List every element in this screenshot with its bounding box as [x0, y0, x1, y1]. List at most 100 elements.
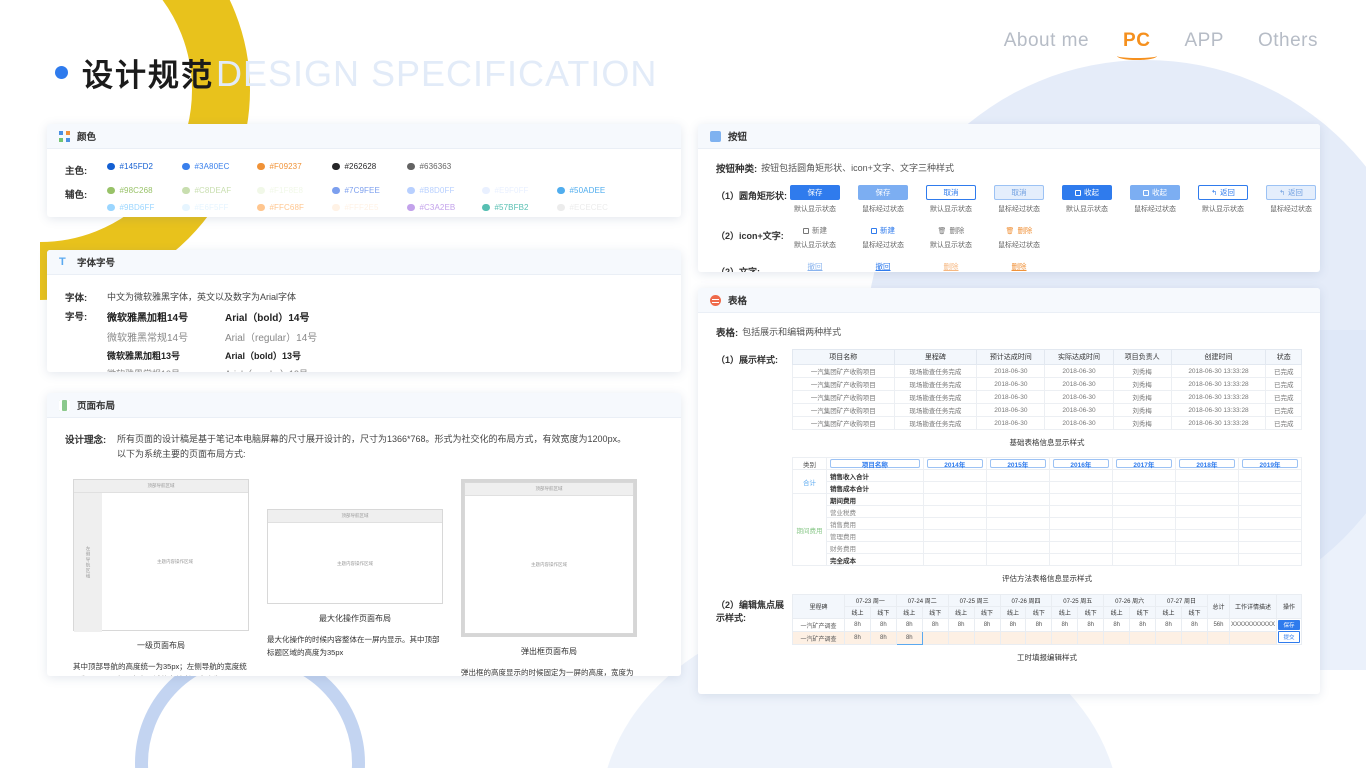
table2-header-pill[interactable]: 2019年 — [1241, 459, 1298, 469]
table2-cell[interactable] — [1048, 493, 1113, 506]
table2-cell[interactable] — [1111, 517, 1176, 530]
table2-cell[interactable] — [1237, 529, 1303, 542]
table2-cell[interactable] — [985, 553, 1050, 566]
table2-cell[interactable] — [1048, 553, 1113, 566]
button-删除[interactable]: 删除 — [1012, 261, 1027, 272]
table3-hours-cell[interactable] — [999, 631, 1027, 645]
table3-hours-cell[interactable]: 8h — [895, 618, 923, 632]
table2-cell[interactable] — [922, 505, 987, 518]
table2-cell[interactable] — [1174, 469, 1239, 482]
table3-hours-cell[interactable]: 8h — [947, 618, 975, 632]
table2-cell[interactable] — [1048, 505, 1113, 518]
table2-cell[interactable] — [1237, 553, 1303, 566]
table3-hours-cell[interactable] — [1155, 631, 1182, 645]
table3-hours-cell[interactable]: 8h — [999, 618, 1027, 632]
table2-header-pill[interactable]: 2016年 — [1052, 459, 1109, 469]
table3-hours-cell[interactable]: 8h — [1077, 618, 1105, 632]
table3-hours-cell[interactable] — [1103, 631, 1131, 645]
table2-cell[interactable] — [922, 553, 987, 566]
table2-cell[interactable] — [1111, 541, 1176, 554]
table2-cell[interactable] — [985, 541, 1050, 554]
table3-hours-cell[interactable]: 8h — [1129, 618, 1157, 632]
table2-cell[interactable] — [1237, 469, 1303, 482]
table2-cell[interactable] — [1174, 553, 1239, 566]
table3-hours-cell[interactable]: 8h — [921, 618, 949, 632]
table2-cell[interactable] — [985, 505, 1050, 518]
nav-item-pc[interactable]: PC — [1116, 30, 1157, 60]
table3-hours-cell[interactable]: 8h — [1155, 618, 1182, 632]
table2-header-pill[interactable]: 2017年 — [1115, 459, 1172, 469]
table2-cell[interactable] — [1237, 493, 1303, 506]
table2-cell[interactable] — [1048, 541, 1113, 554]
table3-hours-cell[interactable]: 8h — [869, 631, 897, 645]
table2-cell[interactable] — [985, 481, 1050, 494]
table2-cell[interactable] — [1048, 481, 1113, 494]
button-删除[interactable]: 🗑 删除 — [1006, 225, 1033, 236]
table3-desc-cell[interactable] — [1228, 631, 1278, 645]
table2-cell[interactable] — [922, 529, 987, 542]
table2-cell[interactable] — [985, 529, 1050, 542]
button-删除[interactable]: 🗑 删除 — [938, 225, 965, 236]
table3-hours-cell[interactable]: 8h — [869, 618, 897, 632]
table2-cell[interactable] — [1111, 481, 1176, 494]
table2-cell[interactable] — [1237, 505, 1303, 518]
table3-hours-cell[interactable] — [1129, 631, 1157, 645]
table2-cell[interactable] — [922, 517, 987, 530]
button-返回[interactable]: ↰ 返回 — [1266, 185, 1316, 200]
table2-header-pill[interactable]: 2014年 — [926, 459, 983, 469]
nav-item-app[interactable]: APP — [1184, 30, 1224, 60]
table2-cell[interactable] — [1111, 469, 1176, 482]
table3-hours-cell[interactable] — [1051, 631, 1079, 645]
table2-cell[interactable] — [1048, 517, 1113, 530]
button-返回[interactable]: ↰ 返回 — [1198, 185, 1248, 200]
button-新建[interactable]: 新建 — [803, 225, 827, 236]
table3-hours-cell[interactable] — [1025, 631, 1053, 645]
table2-cell[interactable] — [1048, 529, 1113, 542]
table2-cell[interactable] — [1174, 529, 1239, 542]
table2-cell[interactable] — [985, 469, 1050, 482]
button-撤回[interactable]: 撤回 — [876, 261, 891, 272]
table3-hours-cell[interactable]: 8h — [973, 618, 1001, 632]
table2-cell[interactable] — [1237, 481, 1303, 494]
table2-cell[interactable] — [1174, 517, 1239, 530]
button-保存[interactable]: 保存 — [790, 185, 840, 200]
button-收起[interactable]: 收起 — [1130, 185, 1180, 200]
table2-cell[interactable] — [1174, 481, 1239, 494]
table2-cell[interactable] — [1174, 541, 1239, 554]
table2-cell[interactable] — [922, 469, 987, 482]
table2-cell[interactable] — [985, 517, 1050, 530]
table3-hours-cell[interactable] — [973, 631, 1001, 645]
table2-cell[interactable] — [922, 481, 987, 494]
table3-提交-button[interactable]: 提交 — [1278, 631, 1300, 643]
table2-cell[interactable] — [922, 493, 987, 506]
table2-cell[interactable] — [1111, 493, 1176, 506]
table2-cell[interactable] — [1237, 517, 1303, 530]
table3-hours-cell[interactable]: 8h — [1025, 618, 1053, 632]
table2-cell[interactable] — [1048, 469, 1113, 482]
nav-item-others[interactable]: Others — [1258, 30, 1318, 60]
table3-hours-cell[interactable] — [947, 631, 975, 645]
table2-cell[interactable] — [1111, 553, 1176, 566]
table2-header-pill[interactable]: 2018年 — [1178, 459, 1235, 469]
table3-hours-cell[interactable]: 8h — [844, 631, 871, 645]
table2-cell[interactable] — [1237, 541, 1303, 554]
table3-hours-cell[interactable]: 8h — [1103, 618, 1131, 632]
table2-cell[interactable] — [985, 493, 1050, 506]
button-保存[interactable]: 保存 — [858, 185, 908, 200]
table3-hours-cell[interactable] — [1077, 631, 1105, 645]
table3-hours-cell[interactable]: 8h — [895, 631, 923, 645]
table3-hours-cell[interactable]: 8h — [1051, 618, 1079, 632]
nav-item-about-me[interactable]: About me — [1004, 30, 1089, 60]
table3-hours-cell[interactable]: 8h — [844, 618, 871, 632]
table2-cell[interactable] — [1111, 529, 1176, 542]
button-删除[interactable]: 删除 — [944, 261, 959, 272]
table2-cell[interactable] — [922, 541, 987, 554]
table3-保存-button[interactable]: 保存 — [1278, 620, 1300, 630]
table3-desc-cell[interactable]: XXXXXXXXXXX — [1228, 618, 1278, 632]
table2-header-pill[interactable]: 2015年 — [989, 459, 1046, 469]
table2-header-pill[interactable]: 项目名称 — [830, 459, 920, 469]
table2-cell[interactable] — [1174, 493, 1239, 506]
button-取消[interactable]: 取消 — [926, 185, 976, 200]
button-收起[interactable]: 收起 — [1062, 185, 1112, 200]
button-撤回[interactable]: 撤回 — [808, 261, 823, 272]
